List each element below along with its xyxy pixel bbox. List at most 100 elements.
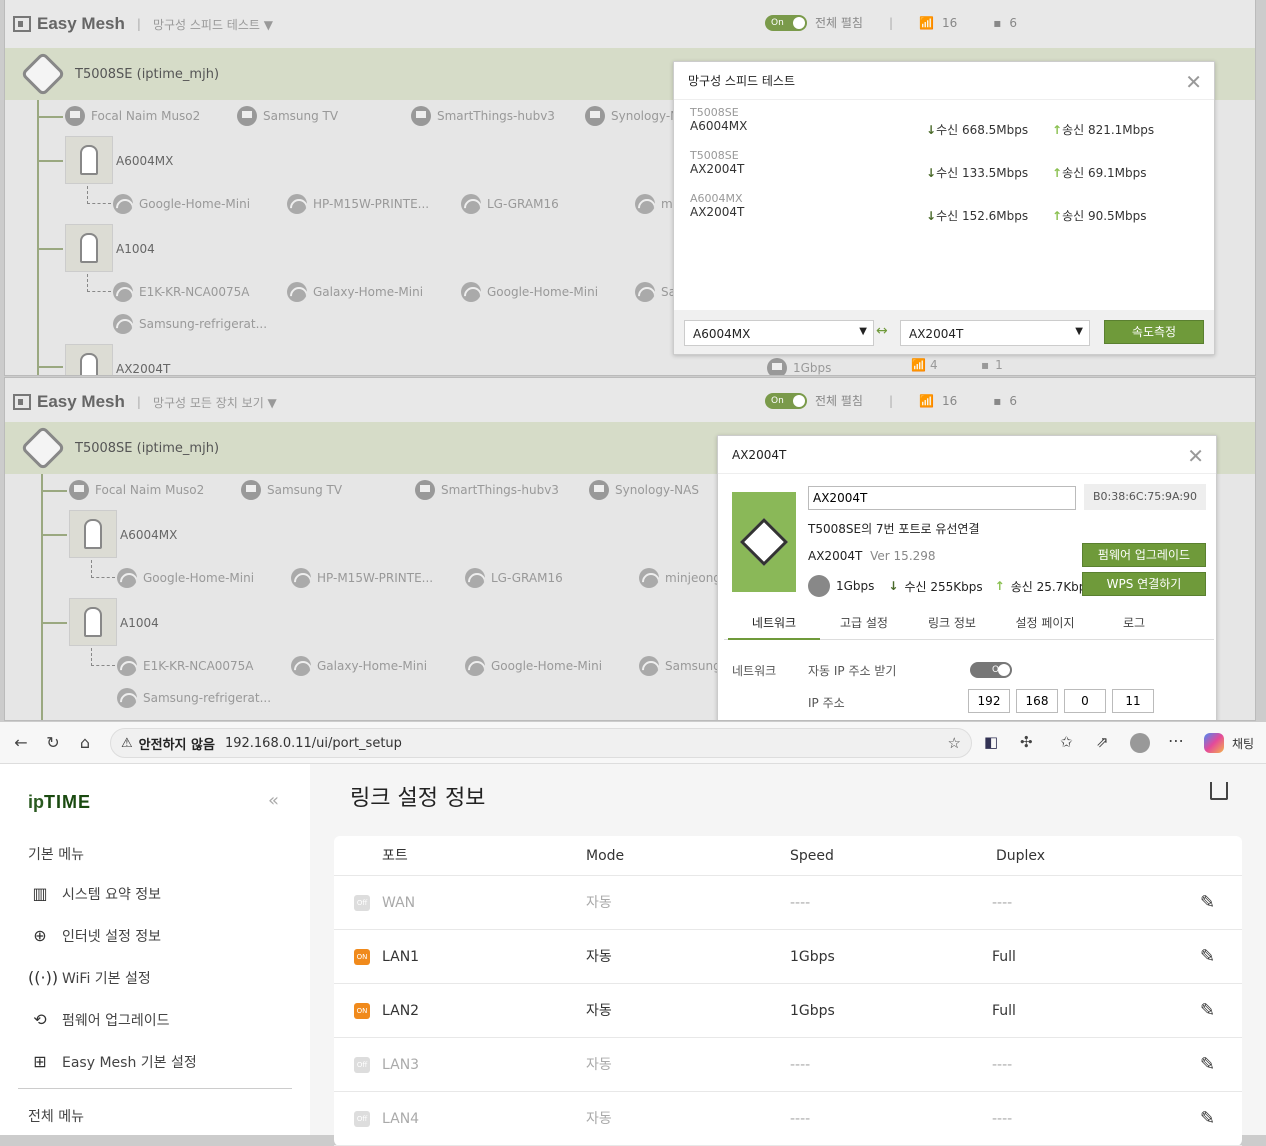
wifi-client[interactable]: HP-M15W-PRINTE... — [291, 568, 433, 588]
wifi-count: 16 — [941, 393, 958, 408]
tab-log[interactable]: 로그 — [1094, 606, 1174, 640]
wifi-client[interactable]: mi — [635, 194, 676, 214]
puzzle-icon[interactable]: ✣ — [1020, 733, 1033, 751]
copilot-icon[interactable] — [1204, 733, 1224, 753]
wifi-count: 16 — [941, 15, 958, 30]
wired-count: 6 — [1009, 15, 1018, 30]
home-icon[interactable]: ⌂ — [74, 733, 96, 752]
device-label: Samsung TV — [263, 109, 339, 123]
wifi-client[interactable]: Google-Home-Mini — [117, 568, 254, 588]
pc-icon — [237, 106, 257, 126]
port-mode: 자동 — [586, 1111, 612, 1127]
port-mode: 자동 — [586, 1003, 612, 1019]
view-dropdown[interactable]: 망구성 모든 장치 보기 ▼ — [153, 394, 277, 411]
auto-ip-toggle[interactable]: Off — [970, 662, 1012, 678]
edit-pencil-icon[interactable]: ✎ — [1200, 892, 1220, 913]
wifi-client[interactable]: Samsung-refrigerat... — [113, 314, 267, 334]
device-name-input[interactable] — [808, 486, 1076, 510]
wifi-client[interactable]: Google-Home-Mini — [113, 194, 250, 214]
device-label: Google-Home-Mini — [139, 197, 251, 211]
wifi-client[interactable]: minjeong- — [639, 568, 725, 588]
wifi-icon — [113, 194, 133, 214]
favorite-star-icon[interactable]: ☆ — [948, 734, 961, 752]
target-select[interactable]: AX2004T — [900, 320, 1090, 346]
menu-wifi-settings[interactable]: ((·)) WiFi 기본 설정 — [28, 968, 151, 988]
wifi-client[interactable]: HP-M15W-PRINTE... — [287, 194, 429, 214]
client-device[interactable]: Focal Naim Muso2 — [65, 106, 200, 126]
mesh-ap-node[interactable] — [69, 598, 117, 646]
more-icon[interactable]: ⋯ — [1168, 731, 1184, 750]
expand-toggle[interactable]: On — [765, 392, 807, 409]
menu-internet-settings[interactable]: ⊕ 인터넷 설정 정보 — [28, 926, 161, 946]
client-device[interactable]: SmartThings-hubv3 — [411, 106, 555, 126]
ip-octet-2[interactable] — [1016, 689, 1058, 713]
tab-network[interactable]: 네트워크 — [728, 606, 820, 640]
profile-avatar[interactable] — [1130, 733, 1150, 753]
wifi-client[interactable]: LG-GRAM16 — [465, 568, 563, 588]
device-label: Synology-NAS — [615, 483, 699, 497]
client-device[interactable]: Synology-N — [585, 106, 679, 126]
client-device[interactable]: Samsung TV — [237, 106, 338, 126]
edit-pencil-icon[interactable]: ✎ — [1200, 1054, 1220, 1075]
speed-result-row: T5008SE A6004MX — [690, 106, 747, 133]
export-icon[interactable] — [1210, 782, 1228, 800]
wired-count: 6 — [1009, 393, 1018, 408]
favorites-icon[interactable]: ✩ — [1060, 733, 1073, 751]
menu-firmware-upgrade[interactable]: ⟲ 펌웨어 업그레이드 — [28, 1010, 169, 1030]
edit-pencil-icon[interactable]: ✎ — [1200, 1108, 1220, 1129]
wifi-client[interactable]: Sa — [635, 282, 676, 302]
port-name: WAN — [382, 895, 416, 911]
edit-pencil-icon[interactable]: ✎ — [1200, 946, 1220, 967]
ip-octet-4[interactable] — [1112, 689, 1154, 713]
client-device[interactable]: Samsung TV — [241, 480, 342, 500]
firmware-upgrade-button[interactable]: 펌웨어 업그레이드 — [1082, 543, 1206, 567]
close-icon[interactable]: ✕ — [1187, 444, 1204, 468]
ip-octet-3[interactable] — [1064, 689, 1106, 713]
to-device: AX2004T — [690, 205, 745, 219]
wifi-client[interactable]: LG-GRAM16 — [461, 194, 559, 214]
table-row: Off LAN4 자동 ---- ---- ✎ — [334, 1092, 1242, 1146]
client-device[interactable]: SmartThings-hubv3 — [415, 480, 559, 500]
extension-icon[interactable]: ◧ — [984, 733, 998, 751]
address-bar[interactable]: ⚠ 안전하지 않음 192.168.0.11/ui/port_setup ☆ — [110, 728, 972, 758]
chat-label[interactable]: 채팅 — [1232, 735, 1254, 752]
measure-speed-button[interactable]: 속도측정 — [1104, 320, 1204, 344]
share-icon[interactable]: ⇗ — [1096, 733, 1109, 751]
wifi-client[interactable]: E1K-KR-NCA0075A — [117, 656, 254, 676]
tab-settings-page[interactable]: 설정 페이지 — [1000, 606, 1090, 640]
mesh-ap-node[interactable] — [65, 224, 113, 272]
reload-icon[interactable]: ↻ — [42, 733, 64, 752]
wifi-client[interactable]: Samsung-refrigerat... — [117, 688, 271, 708]
view-dropdown[interactable]: 망구성 스피드 테스트 ▼ — [153, 16, 273, 33]
mesh-ap-node[interactable] — [69, 510, 117, 558]
client-device[interactable]: Synology-NAS — [589, 480, 699, 500]
client-device[interactable]: Focal Naim Muso2 — [69, 480, 204, 500]
menu-system-summary[interactable]: ▥ 시스템 요약 정보 — [28, 884, 161, 904]
wifi-client[interactable]: Samsung — [639, 656, 721, 676]
source-select[interactable]: A6004MX — [684, 320, 874, 346]
menu-easymesh-settings[interactable]: ⊞ Easy Mesh 기본 설정 — [28, 1052, 196, 1072]
rx-label: 수신 255Kbps — [904, 579, 983, 594]
full-menu-heading[interactable]: 전체 메뉴 — [28, 1106, 84, 1126]
collapse-sidebar-icon[interactable]: « — [268, 790, 279, 811]
wifi-client[interactable]: Google-Home-Mini — [461, 282, 598, 302]
tab-link-info[interactable]: 링크 정보 — [912, 606, 992, 640]
wifi-client[interactable]: Galaxy-Home-Mini — [291, 656, 427, 676]
arrow-down-icon: ↓ — [926, 166, 937, 180]
port-status-badge: ON — [354, 949, 370, 965]
wifi-client[interactable]: E1K-KR-NCA0075A — [113, 282, 250, 302]
iptime-logo: ipTIME — [28, 792, 91, 813]
expand-toggle[interactable]: On — [765, 14, 807, 31]
mesh-ap-node[interactable] — [65, 344, 113, 375]
edit-pencil-icon[interactable]: ✎ — [1200, 1000, 1220, 1021]
ip-octet-1[interactable] — [968, 689, 1010, 713]
wps-connect-button[interactable]: WPS 연결하기 — [1082, 572, 1206, 596]
close-icon[interactable]: ✕ — [1185, 70, 1202, 94]
pc-icon — [69, 480, 89, 500]
wifi-client[interactable]: Google-Home-Mini — [465, 656, 602, 676]
tab-advanced[interactable]: 고급 설정 — [824, 606, 904, 640]
mesh-ap-node[interactable] — [65, 136, 113, 184]
swap-arrows-icon: ↔ — [876, 323, 888, 339]
wifi-client[interactable]: Galaxy-Home-Mini — [287, 282, 423, 302]
back-icon[interactable]: ← — [10, 733, 32, 752]
